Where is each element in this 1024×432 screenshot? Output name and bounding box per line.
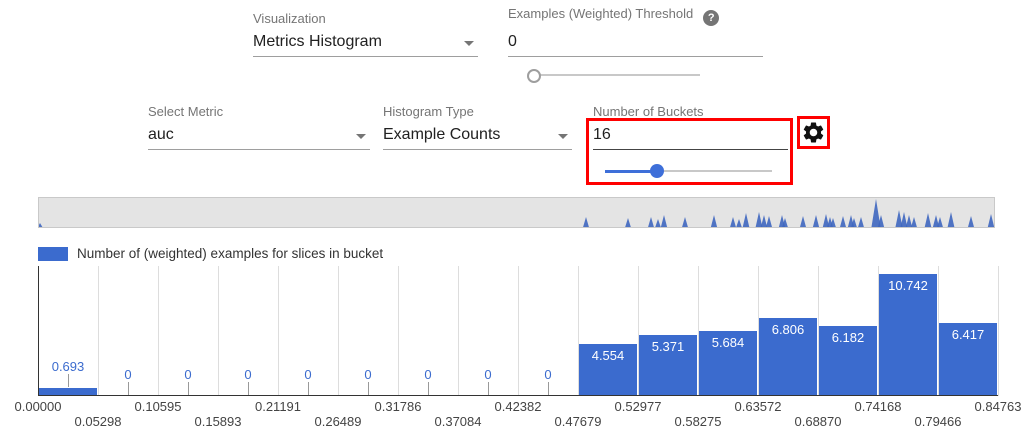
annotation-stem <box>488 382 489 395</box>
annotation-stem <box>548 382 549 395</box>
x-tick-label: 0.74168 <box>843 399 913 414</box>
x-tick-label: 0.42382 <box>483 399 553 414</box>
x-tick-label: 0.79466 <box>903 414 973 429</box>
x-tick-label: 0.37084 <box>423 414 493 429</box>
x-tick-label: 0.68870 <box>783 414 853 429</box>
bar-value-label: 6.417 <box>933 327 1003 342</box>
annotation-stem <box>368 382 369 395</box>
x-tick-label: 0.47679 <box>543 414 613 429</box>
x-tick-label: 0.10595 <box>123 399 193 414</box>
x-tick-label: 0.63572 <box>723 399 793 414</box>
y-axis-line <box>38 266 39 396</box>
x-tick-label: 0.31786 <box>363 399 433 414</box>
x-tick-label: 0.21191 <box>243 399 313 414</box>
x-tick-label: 0.84763 <box>963 399 1024 414</box>
bar-value-label: 0 <box>513 367 583 382</box>
x-tick-label: 0.05298 <box>63 414 133 429</box>
x-axis-line <box>38 395 998 396</box>
annotation-stem <box>308 382 309 395</box>
x-tick-label: 0.15893 <box>183 414 253 429</box>
bucket-histogram-chart: 0.693000000004.5545.3715.6846.8066.18210… <box>0 0 1024 432</box>
tfma-metrics-histogram-view: Visualization Metrics Histogram Examples… <box>0 0 1024 432</box>
annotation-stem <box>128 382 129 395</box>
x-tick-label: 0.00000 <box>3 399 73 414</box>
annotation-stem <box>68 374 69 387</box>
annotation-stem <box>248 382 249 395</box>
annotation-stem <box>428 382 429 395</box>
bar-value-label: 5.684 <box>693 335 763 350</box>
x-tick-label: 0.52977 <box>603 399 673 414</box>
x-tick-label: 0.58275 <box>663 414 733 429</box>
bar-value-label: 6.182 <box>813 330 883 345</box>
x-tick-label: 0.26489 <box>303 414 373 429</box>
annotation-stem <box>188 382 189 395</box>
bar-value-label: 10.742 <box>873 278 943 293</box>
